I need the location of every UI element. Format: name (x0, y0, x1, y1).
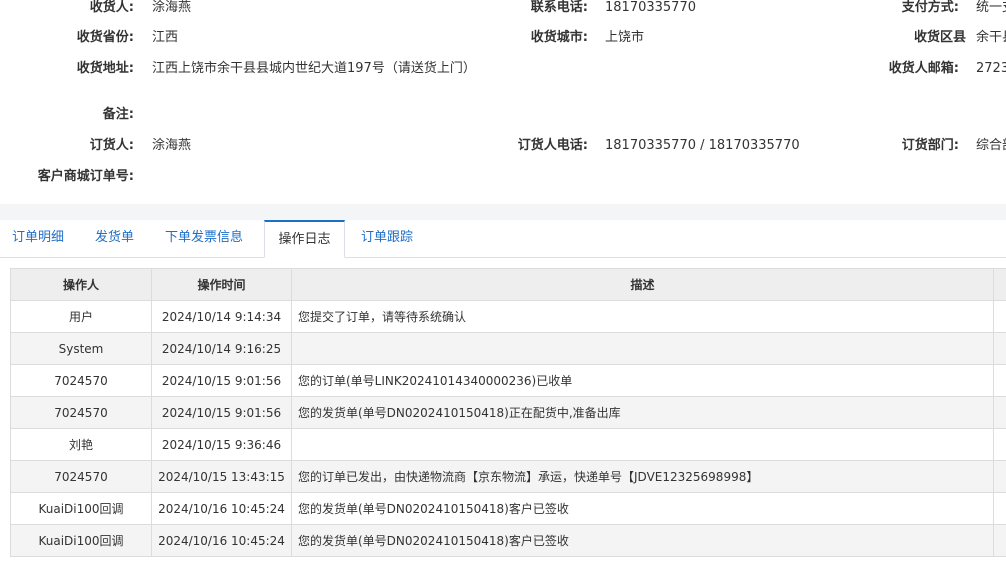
cell-operator: 用户 (10, 300, 152, 333)
cell-description: 您的订单(单号LINK20241014340000236)已收单 (291, 364, 994, 397)
table-row: KuaiDi100回调 2024/10/16 10:45:24 您的发货单(单号… (10, 492, 1006, 525)
cell-extra (993, 364, 1006, 397)
order-info-panel: 收货人: 涂海燕 联系电话: 18170335770 支付方式: 统一支 收货省… (0, 0, 1006, 204)
header-time: 操作时间 (151, 268, 292, 301)
cell-description: 您提交了订单，请等待系统确认 (291, 300, 994, 333)
cell-description: 您的订单已发出，由快递物流商【京东物流】承运，快递单号【JDVE12325698… (291, 460, 994, 493)
cell-time: 2024/10/14 9:16:25 (151, 332, 292, 365)
address-value: 江西上饶市余干县县城内世纪大道197号（请送货上门） (152, 61, 476, 76)
remark-label: 备注: (102, 107, 134, 122)
order-detail-page: 收货人: 涂海燕 联系电话: 18170335770 支付方式: 统一支 收货省… (0, 0, 1006, 564)
tab-delivery-note[interactable]: 发货单 (95, 220, 134, 256)
table-row: 7024570 2024/10/15 9:01:56 您的发货单(单号DN020… (10, 396, 1006, 429)
city-value: 上饶市 (605, 30, 645, 45)
tab-bar: 订单明细 发货单 下单发票信息 操作日志 订单跟踪 (0, 220, 1006, 258)
cell-description (291, 428, 994, 461)
mall-order-label: 客户商城订单号: (37, 169, 134, 184)
province-value: 江西 (152, 30, 179, 45)
dept-value: 综合部 (976, 138, 1006, 153)
consignee-label: 收货人: (89, 0, 134, 15)
cell-extra (993, 300, 1006, 333)
consignee-value: 涂海燕 (152, 0, 192, 15)
header-extra (993, 268, 1006, 301)
payment-label: 支付方式: (901, 0, 959, 15)
cell-time: 2024/10/16 10:45:24 (151, 492, 292, 525)
tab-invoice-info[interactable]: 下单发票信息 (165, 220, 243, 256)
cell-description: 您的发货单(单号DN0202410150418)客户已签收 (291, 524, 994, 557)
city-label: 收货城市: (530, 30, 588, 45)
phone-label: 联系电话: (530, 0, 588, 15)
cell-extra (993, 460, 1006, 493)
table-row: KuaiDi100回调 2024/10/16 10:45:24 您的发货单(单号… (10, 524, 1006, 557)
cell-operator: 7024570 (10, 364, 152, 397)
header-operator: 操作人 (10, 268, 152, 301)
cell-extra (993, 492, 1006, 525)
header-description: 描述 (291, 268, 994, 301)
cell-description: 您的发货单(单号DN0202410150418)正在配货中,准备出库 (291, 396, 994, 429)
district-label: 收货区县 (913, 30, 966, 45)
cell-extra (993, 524, 1006, 557)
dept-label: 订货部门: (901, 138, 959, 153)
tab-order-tracking[interactable]: 订单跟踪 (361, 220, 413, 256)
cell-time: 2024/10/15 9:36:46 (151, 428, 292, 461)
province-label: 收货省份: (76, 30, 134, 45)
email-value: 27235 (976, 61, 1006, 76)
address-label: 收货地址: (76, 61, 134, 76)
cell-operator: System (10, 332, 152, 365)
email-label: 收货人邮箱: (888, 61, 959, 76)
orderer-label: 订货人: (89, 138, 134, 153)
orderer-phone-value: 18170335770 / 18170335770 (605, 138, 800, 153)
cell-time: 2024/10/14 9:14:34 (151, 300, 292, 333)
cell-operator: KuaiDi100回调 (10, 524, 152, 557)
table-row: 7024570 2024/10/15 9:01:56 您的订单(单号LINK20… (10, 364, 1006, 397)
cell-operator: KuaiDi100回调 (10, 492, 152, 525)
orderer-value: 涂海燕 (152, 138, 192, 153)
tab-operation-log[interactable]: 操作日志 (264, 220, 345, 258)
phone-value: 18170335770 (605, 0, 696, 15)
cell-time: 2024/10/16 10:45:24 (151, 524, 292, 557)
table-header-row: 操作人 操作时间 描述 (10, 268, 1006, 301)
cell-extra (993, 428, 1006, 461)
district-value: 余干县 (976, 30, 1006, 45)
cell-operator: 7024570 (10, 460, 152, 493)
table-row: System 2024/10/14 9:16:25 (10, 332, 1006, 365)
cell-extra (993, 396, 1006, 429)
orderer-phone-label: 订货人电话: (517, 138, 588, 153)
cell-time: 2024/10/15 9:01:56 (151, 396, 292, 429)
section-divider (0, 204, 1006, 220)
cell-operator: 7024570 (10, 396, 152, 429)
cell-time: 2024/10/15 9:01:56 (151, 364, 292, 397)
tab-order-details[interactable]: 订单明细 (12, 220, 64, 256)
cell-description: 您的发货单(单号DN0202410150418)客户已签收 (291, 492, 994, 525)
cell-operator: 刘艳 (10, 428, 152, 461)
table-row: 7024570 2024/10/15 13:43:15 您的订单已发出，由快递物… (10, 460, 1006, 493)
operation-log-table: 操作人 操作时间 描述 用户 2024/10/14 9:14:34 您提交了订单… (10, 268, 1006, 557)
table-row: 用户 2024/10/14 9:14:34 您提交了订单，请等待系统确认 (10, 300, 1006, 333)
payment-value: 统一支 (976, 0, 1006, 15)
cell-description (291, 332, 994, 365)
table-row: 刘艳 2024/10/15 9:36:46 (10, 428, 1006, 461)
cell-extra (993, 332, 1006, 365)
cell-time: 2024/10/15 13:43:15 (151, 460, 292, 493)
